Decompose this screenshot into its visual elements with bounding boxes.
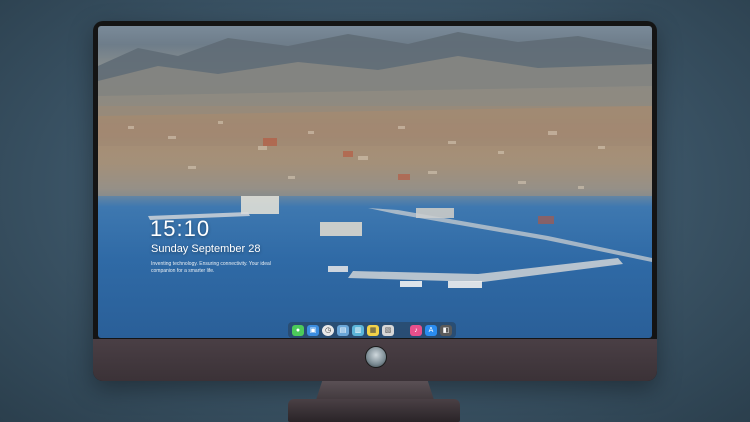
app-store-icon[interactable]: A (425, 324, 437, 336)
monitor-base (288, 399, 460, 422)
preview-icon[interactable]: ▤ (337, 324, 349, 336)
messages-icon[interactable]: ● (292, 324, 304, 336)
music-icon[interactable]: ♪ (410, 324, 422, 336)
photos-icon[interactable]: ▧ (382, 324, 394, 336)
lock-time: 15:10 (150, 216, 211, 241)
monitor: 15:10 Sunday September 28 Inventing tech… (93, 21, 657, 381)
screen: 15:10 Sunday September 28 Inventing tech… (98, 26, 652, 338)
monitor-chin (93, 339, 657, 381)
brand-logo-icon (365, 346, 387, 368)
notes-icon[interactable]: ▦ (367, 324, 379, 336)
wallpaper-city (98, 32, 652, 288)
lock-date: Sunday September 28 (151, 243, 261, 255)
dock: ● ▣ ◷ ▤ ▥ ▦ ▧ ♪ A ◧ (288, 322, 456, 338)
clock-icon[interactable]: ◷ (322, 324, 334, 336)
system-icon[interactable]: ◧ (440, 324, 452, 336)
finder-icon[interactable]: ▣ (307, 324, 319, 336)
lock-tagline: Inventing technology. Ensuring connectiv… (151, 261, 271, 274)
files-icon[interactable]: ▥ (352, 324, 364, 336)
